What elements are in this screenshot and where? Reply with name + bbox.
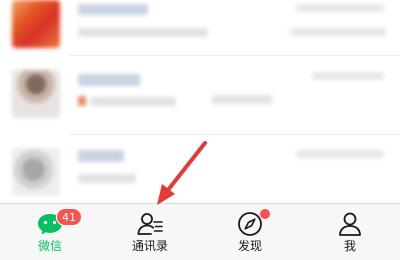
chat-preview-blurred [78,174,136,183]
row-divider [70,134,400,135]
bottom-tab-bar: 41 微信 通讯录 发现 我 [0,203,400,260]
me-tab[interactable]: 我 [300,204,400,260]
chat-avatar [12,70,60,118]
discover-tab[interactable]: 发现 [200,204,300,260]
chat-preview-blurred [212,95,272,104]
chat-preview-blurred [78,28,208,37]
chats-tab-label: 微信 [37,239,62,253]
person-icon [339,212,361,236]
chats-tab[interactable]: 41 微信 [0,204,100,260]
chat-row[interactable] [0,0,400,60]
contacts-tab[interactable]: 通讯录 [100,204,200,260]
chat-time-blurred [312,72,384,80]
row-divider [70,55,400,56]
chat-meta-blurred [290,28,386,36]
chat-avatar [12,148,60,196]
chat-name-blurred [78,4,148,15]
chat-avatar [12,0,60,48]
chat-preview-icon-blurred [78,96,86,106]
chat-time-blurred [296,4,384,12]
chat-list[interactable] [0,0,400,203]
contacts-tab-label: 通讯录 [131,239,168,253]
wechat-screen: 41 微信 通讯录 发现 我 [0,0,400,260]
discover-tab-label: 发现 [237,239,262,253]
chat-name-blurred [78,74,140,86]
contacts-icon [137,213,163,235]
new-content-dot [260,209,270,219]
chat-preview-blurred [90,97,176,106]
chat-row[interactable] [0,62,400,128]
chat-name-blurred [78,150,124,162]
chat-row[interactable] [0,140,400,203]
unread-badge: 41 [56,208,82,226]
chat-time-blurred [296,150,384,158]
me-tab-label: 我 [343,239,356,253]
